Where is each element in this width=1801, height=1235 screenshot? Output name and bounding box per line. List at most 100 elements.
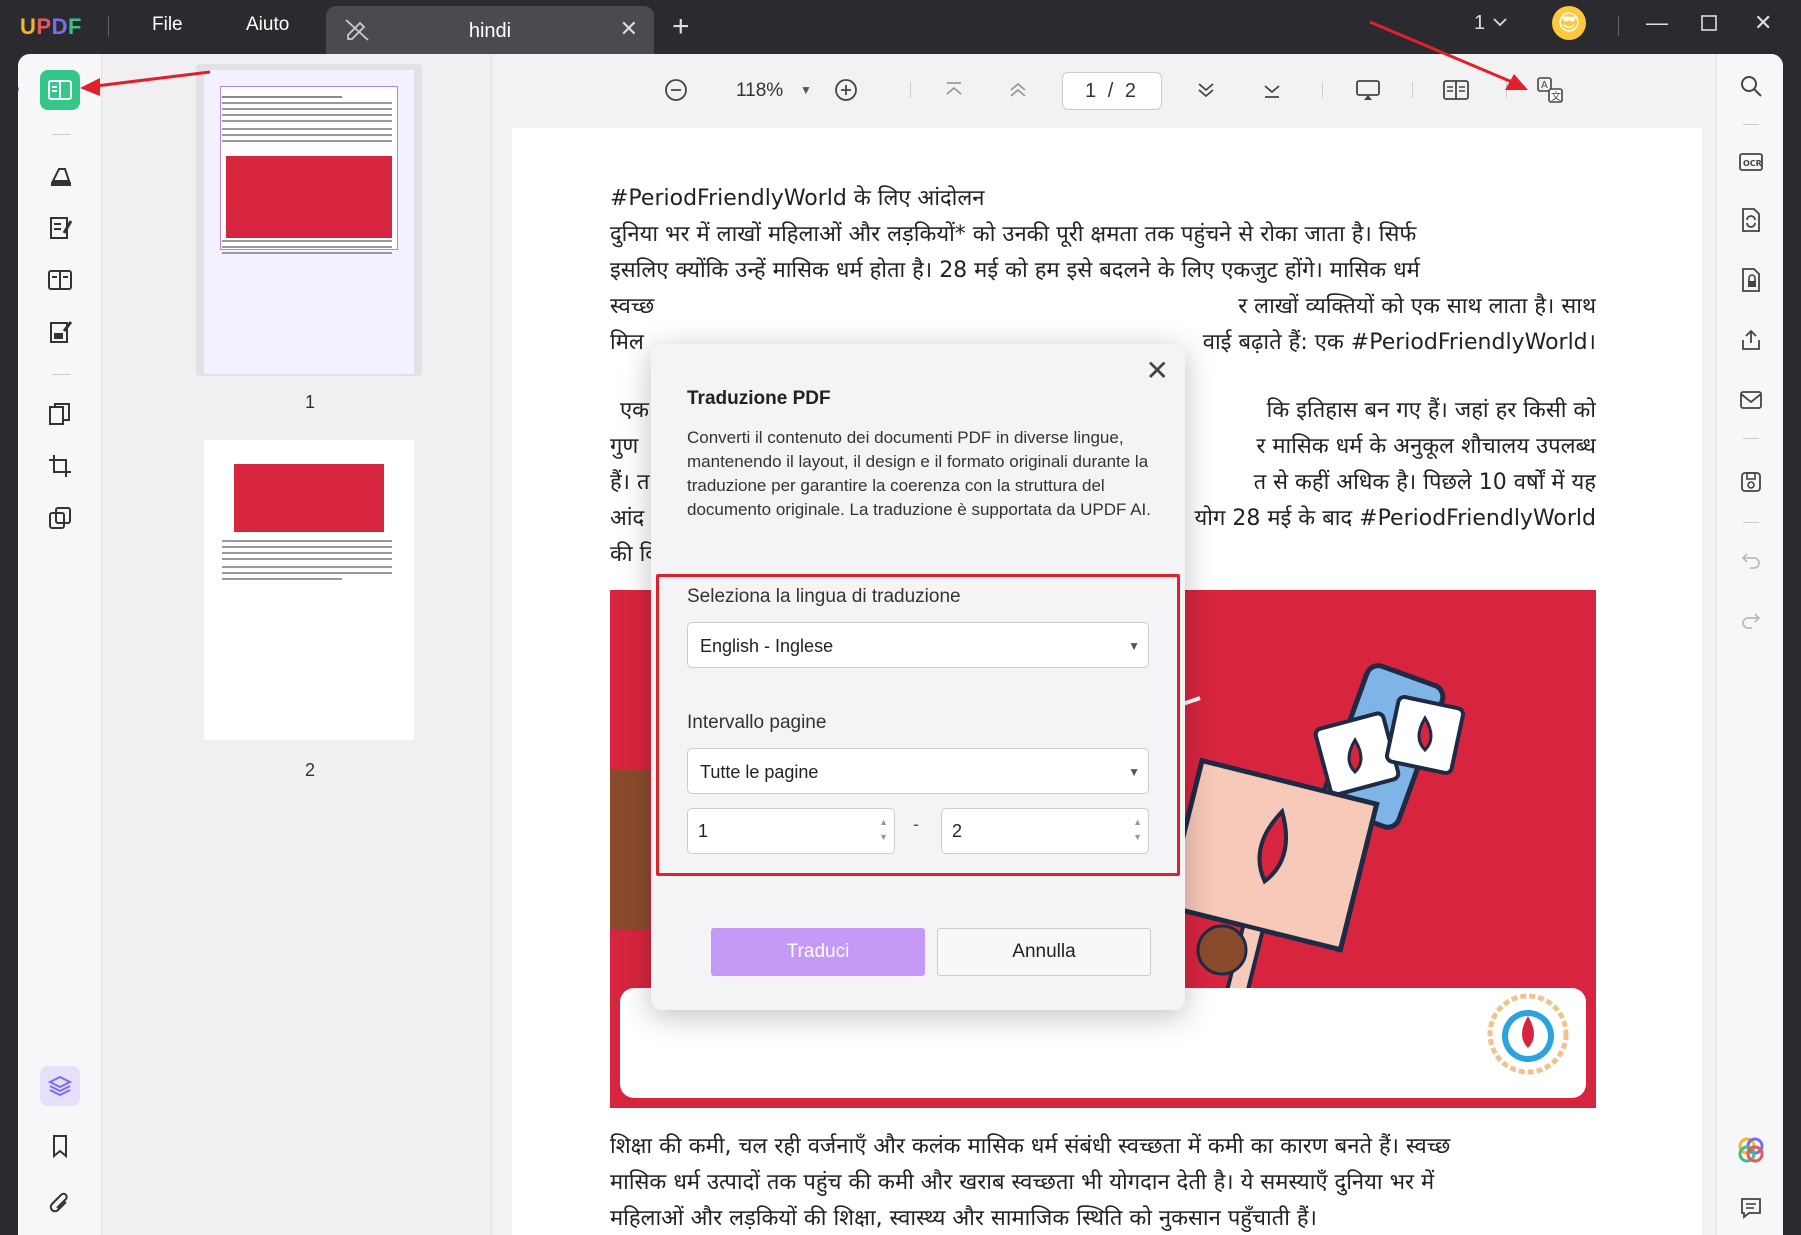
translate-button[interactable]: Traduci — [711, 928, 925, 976]
page-from-stepper[interactable]: 1 ▲ ▼ — [687, 808, 895, 854]
svg-text:OCR: OCR — [1743, 159, 1762, 168]
last-page-icon[interactable] — [1258, 76, 1286, 104]
dropdown-arrow-icon: ▼ — [1128, 765, 1140, 779]
stepper-arrows-icon[interactable]: ▲ ▼ — [1133, 815, 1142, 845]
right-toolbar: OCR — [1716, 54, 1783, 1235]
doc-line: त से कहीं अधिक है। पिछले 10 वर्षों में य… — [1253, 470, 1596, 495]
stepper-arrows-icon[interactable]: ▲ ▼ — [879, 815, 888, 845]
protect-icon[interactable] — [1735, 264, 1767, 296]
crop-button[interactable] — [40, 446, 80, 486]
thumbnail-page-2[interactable]: 2 — [196, 434, 422, 780]
zoom-out-icon[interactable] — [662, 76, 690, 104]
menu-aiuto[interactable]: Aiuto — [246, 14, 289, 36]
dialog-close-icon[interactable]: ✕ — [1146, 354, 1169, 387]
toolbar-separator — [1322, 82, 1323, 98]
layers-button[interactable] — [40, 1066, 80, 1106]
doc-line: योग 28 मई के बाद #PeriodFriendlyWorld — [1194, 506, 1596, 531]
language-select[interactable]: English - Inglese ▼ — [687, 622, 1149, 668]
reader-icon — [48, 80, 72, 100]
thumbnail-banner — [226, 156, 392, 238]
zoom-level[interactable]: 118% — [736, 80, 783, 102]
thumbnail-image — [204, 70, 414, 374]
page-to-stepper[interactable]: 2 ▲ ▼ — [941, 808, 1149, 854]
updf-ai-icon[interactable] — [1735, 1134, 1767, 1166]
doc-line: र लाखों व्यक्तियों को एक साथ लाता है। सा… — [1238, 294, 1596, 319]
email-icon[interactable] — [1735, 384, 1767, 416]
doc-line: इसलिए क्योंकि उन्हें मासिक धर्म होता है।… — [610, 258, 1420, 283]
undo-icon[interactable] — [1735, 544, 1767, 576]
logo-letter-p: P — [36, 14, 52, 39]
svg-text:A: A — [1541, 80, 1548, 91]
thumbnail-label: 2 — [304, 760, 315, 780]
form-edit-icon — [50, 321, 73, 343]
save-icon[interactable] — [1735, 466, 1767, 498]
doc-line: वाई बढ़ाते हैं: एक #PeriodFriendlyWorld। — [1202, 330, 1596, 355]
doc-heading: #PeriodFriendlyWorld के लिए आंदोलन — [610, 186, 985, 211]
dialog-title: Traduzione PDF — [687, 388, 831, 409]
page-number-input[interactable]: 1 / 2 — [1062, 72, 1162, 110]
thumbnail-image — [204, 440, 414, 740]
new-tab-icon[interactable]: + — [672, 10, 690, 44]
pages-icon — [49, 403, 70, 425]
batch-tool-button[interactable] — [40, 498, 80, 538]
thumbnail-page-1[interactable]: 1 — [196, 64, 422, 412]
logo-letter-f: F — [67, 14, 82, 39]
logo-letter-u: U — [20, 14, 37, 39]
doc-line: र मासिक धर्म के अनुकूल शौचालय उपलब्ध — [1256, 434, 1596, 459]
tab-close-icon[interactable]: ✕ — [620, 16, 638, 42]
thumbnail-panel: 1 2 — [102, 54, 492, 1235]
main-frame: 1 2 118% ▼ 1 / 2 A 文 #PeriodFriendlyWorl… — [18, 54, 1783, 1235]
bookmark-button[interactable] — [40, 1126, 80, 1166]
page-range-select[interactable]: Tutte le pagine ▼ — [687, 748, 1149, 794]
doc-line: कि इतिहास बन गए हैं। जहां हर किसी को — [1266, 398, 1596, 423]
first-page-icon[interactable] — [940, 76, 968, 104]
reader-mode-button[interactable] — [40, 70, 80, 110]
menu-file[interactable]: File — [152, 14, 183, 36]
rail-separator — [1743, 522, 1759, 523]
paperclip-icon — [49, 1192, 68, 1213]
range-dash: - — [913, 814, 919, 834]
window-count: 1 — [1474, 12, 1486, 34]
logo-letter-d: D — [51, 14, 68, 39]
chevron-down-icon[interactable] — [1492, 14, 1508, 35]
dialog-description: Converti il contenuto dei documenti PDF … — [687, 428, 1152, 519]
edit-document-icon — [50, 217, 73, 239]
organize-pages-button[interactable] — [40, 394, 80, 434]
page-range-label: Intervallo pagine — [687, 712, 827, 733]
redo-icon[interactable] — [1735, 604, 1767, 636]
edit-pdf-button[interactable] — [40, 208, 80, 248]
bookmark-icon — [53, 1135, 67, 1158]
page-layout-button[interactable] — [40, 260, 80, 300]
page-from-value: 1 — [698, 821, 709, 841]
translate-icon[interactable]: A文 — [1536, 76, 1564, 104]
maximize-icon[interactable] — [1700, 12, 1718, 38]
ocr-icon[interactable]: OCR — [1735, 146, 1767, 178]
zoom-in-icon[interactable] — [832, 76, 860, 104]
toolbar-separator — [1506, 82, 1507, 98]
close-window-icon[interactable]: ✕ — [1754, 10, 1772, 36]
comment-tool-button[interactable] — [40, 156, 80, 196]
presentation-icon[interactable] — [1354, 76, 1382, 104]
previous-page-icon[interactable] — [1004, 76, 1032, 104]
next-page-icon[interactable] — [1192, 76, 1220, 104]
stack-icon — [49, 507, 71, 529]
form-tool-button[interactable] — [40, 312, 80, 352]
rail-separator — [1743, 438, 1759, 439]
updf-logo: UPDF — [20, 14, 82, 40]
page-range-select-value: Tutte le pagine — [700, 762, 819, 782]
left-toolbar — [18, 54, 102, 1235]
share-icon[interactable] — [1735, 324, 1767, 356]
cancel-button[interactable]: Annulla — [937, 928, 1151, 976]
page-display-icon[interactable] — [1442, 76, 1470, 104]
active-indicator-dot — [18, 86, 19, 92]
crop-icon — [49, 455, 71, 477]
convert-icon[interactable] — [1735, 204, 1767, 236]
document-tab[interactable]: hindi ✕ — [326, 6, 654, 54]
search-icon[interactable] — [1735, 70, 1767, 102]
avatar[interactable]: 😎 — [1552, 6, 1586, 40]
rail-separator — [1743, 124, 1759, 125]
minimize-icon[interactable]: — — [1646, 10, 1668, 36]
comment-list-icon[interactable] — [1735, 1192, 1767, 1224]
zoom-dropdown-icon[interactable]: ▼ — [792, 76, 820, 104]
attachment-button[interactable] — [40, 1184, 80, 1224]
